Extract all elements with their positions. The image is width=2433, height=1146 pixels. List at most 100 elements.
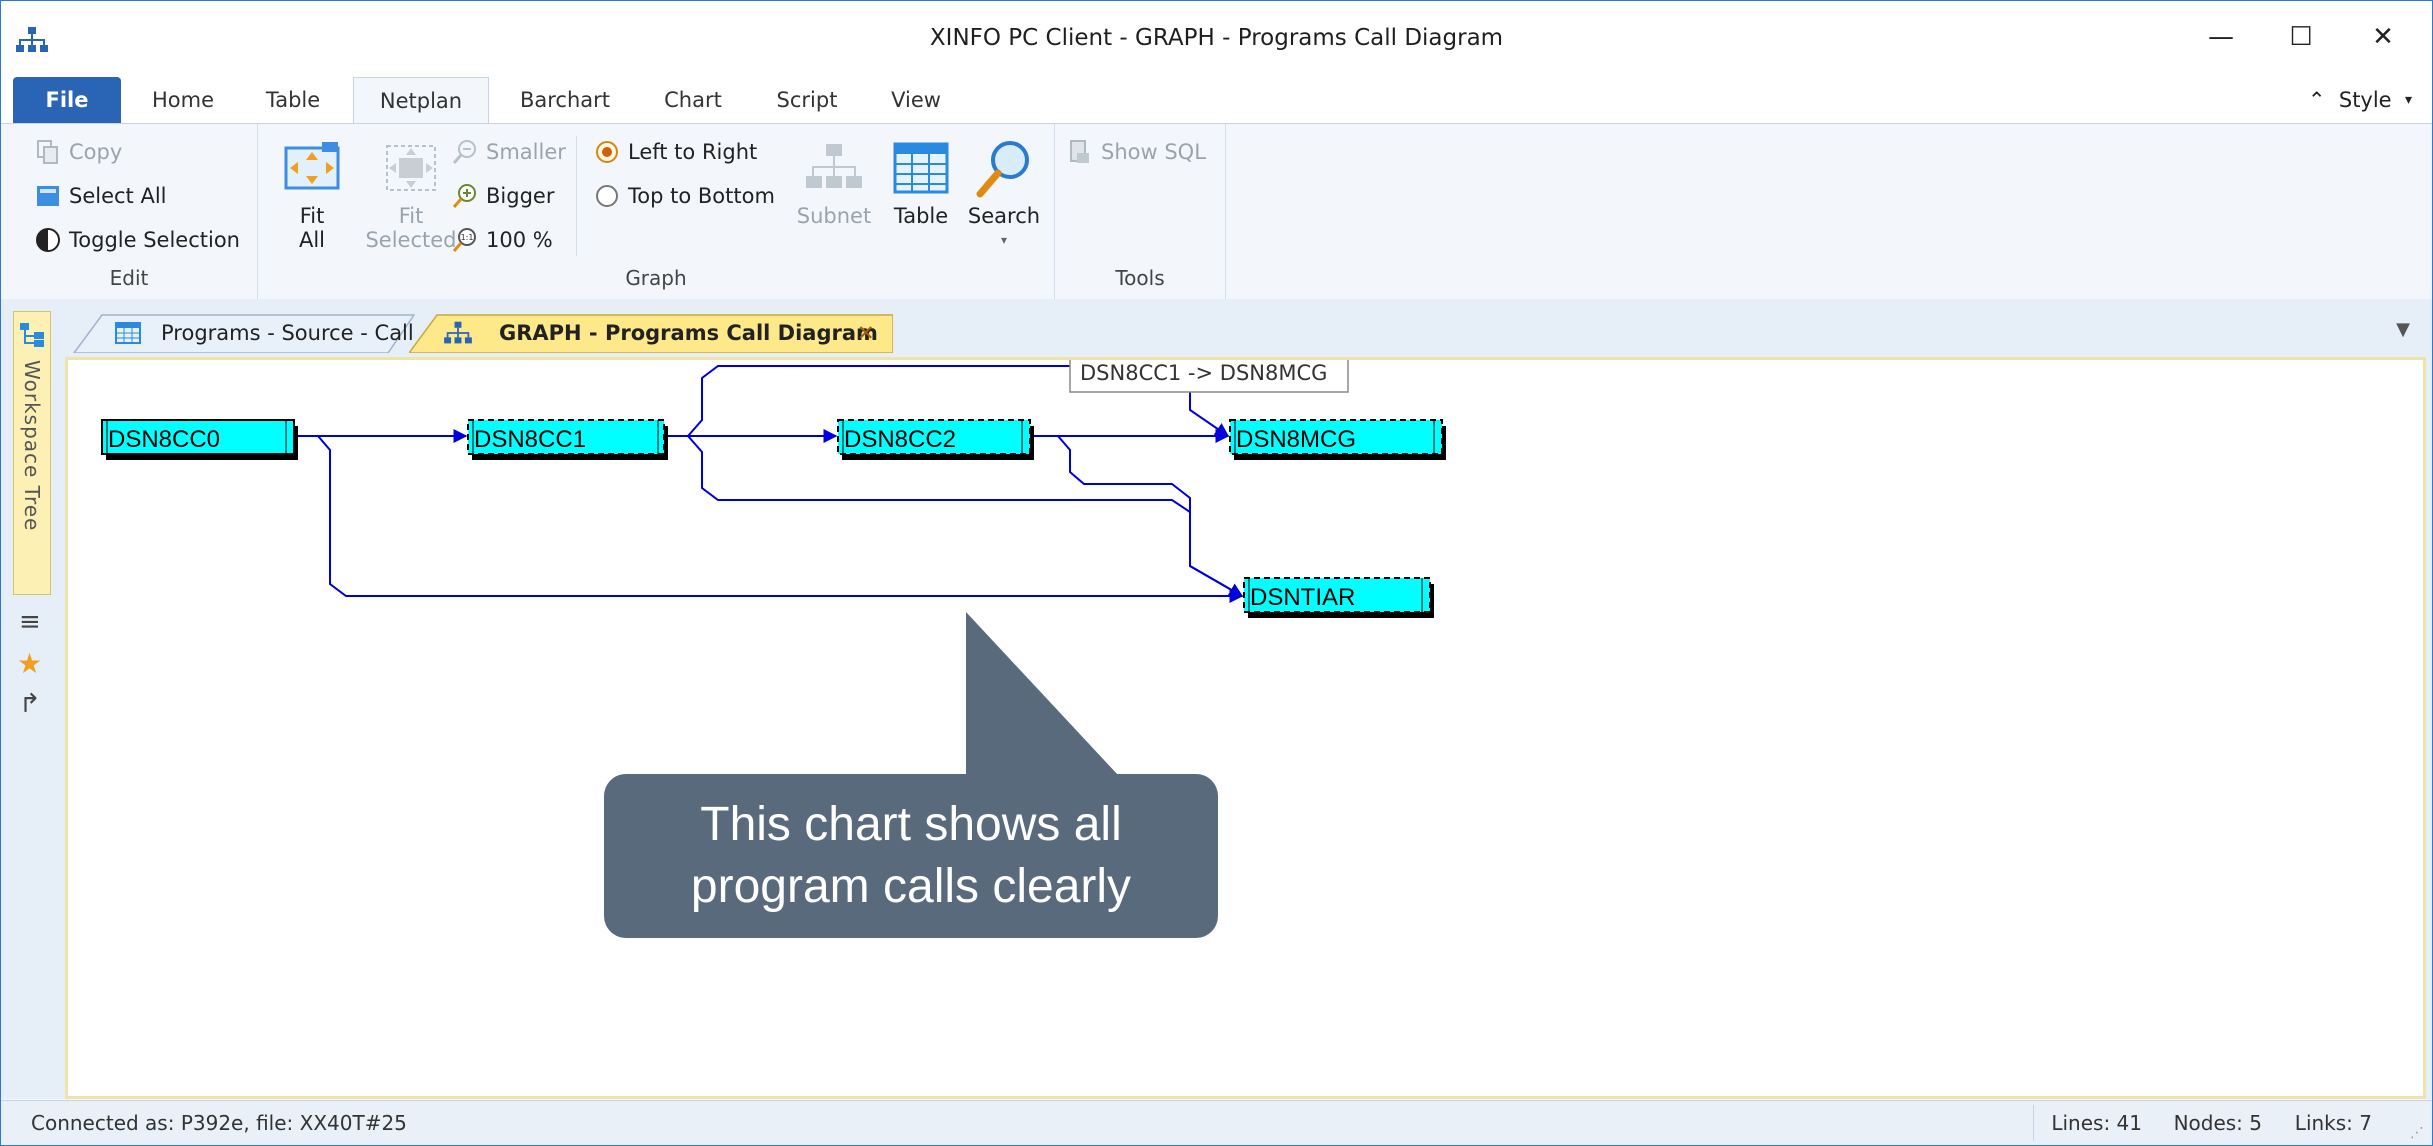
style-menu-button[interactable]: ⌃ Style ▾	[2308, 77, 2412, 123]
graph-canvas[interactable]: DSN8CC0 DSN8CC1 DSN8CC2 DSN8MCG DSNTIAR …	[65, 357, 2426, 1099]
zoom-in-icon	[452, 184, 476, 208]
zoom-100-label: 100 %	[486, 228, 553, 252]
maximize-button[interactable]: ☐	[2266, 15, 2336, 59]
callout: This chart shows all program calls clear…	[604, 612, 1218, 938]
node-dsn8cc1[interactable]: DSN8CC1	[467, 419, 668, 460]
search-icon	[976, 141, 1029, 198]
search-label: Search	[967, 204, 1041, 228]
dropdown-arrow-icon: ▾	[2404, 92, 2412, 108]
node-label: DSN8CC1	[474, 426, 586, 453]
tree-icon	[20, 323, 44, 347]
smaller-button[interactable]: Smaller	[452, 134, 566, 170]
bigger-label: Bigger	[486, 184, 555, 208]
tools-group-label: Tools	[1115, 266, 1165, 290]
edge-cc2-tiar	[1057, 435, 1244, 597]
copy-button[interactable]: Copy	[35, 134, 122, 170]
toggle-selection-button[interactable]: Toggle Selection	[35, 222, 240, 258]
tab-label: GRAPH - Programs Call Diagram	[499, 321, 878, 345]
workspace-tree-tab[interactable]: Workspace Tree	[13, 311, 51, 595]
tab-programs-source-call[interactable]: Programs - Source - Call	[73, 313, 415, 353]
sql-document-icon	[1070, 140, 1089, 163]
top-to-bottom-label: Top to Bottom	[628, 184, 775, 208]
close-button[interactable]: ✕	[2348, 15, 2418, 59]
ribbon: Copy Select All Toggle Selection Edit Fi…	[1, 123, 2432, 301]
callout-line-2: program calls clearly	[691, 860, 1131, 913]
left-to-right-radio[interactable]: Left to Right	[594, 134, 757, 170]
redirect-arrow-icon[interactable]: ↱	[19, 689, 41, 719]
smaller-label: Smaller	[486, 140, 566, 164]
lines-count: Lines: 41	[2051, 1111, 2142, 1135]
graph-hierarchy-icon	[444, 321, 472, 344]
separator	[2033, 1105, 2034, 1141]
links-count: Links: 7	[2294, 1111, 2372, 1135]
show-sql-label: Show SQL	[1101, 140, 1206, 164]
graph-group-label: Graph	[625, 266, 687, 290]
node-dsntiar[interactable]: DSNTIAR	[1243, 577, 1434, 618]
subnet-button[interactable]: Subnet	[794, 138, 874, 228]
close-tab-icon[interactable]: ✕	[857, 313, 875, 353]
node-dsn8mcg[interactable]: DSN8MCG	[1229, 419, 1446, 460]
toggle-selection-label: Toggle Selection	[69, 228, 240, 252]
workspace-tree-label: Workspace Tree	[20, 360, 44, 532]
fit-selected-label-1: Fit	[398, 204, 424, 228]
node-label: DSN8CC2	[844, 426, 956, 453]
edge-cc0-tiar	[317, 435, 1244, 603]
edge-tooltip: DSN8CC1 -> DSN8MCG	[1069, 360, 1349, 393]
table-button[interactable]: Table	[886, 138, 956, 228]
tab-home[interactable]: Home	[137, 77, 229, 123]
table-icon	[115, 322, 141, 344]
node-label: DSN8CC0	[108, 426, 220, 453]
style-label: Style	[2338, 88, 2392, 112]
status-bar: Connected as: P392e, file: XX40T#25 Line…	[1, 1100, 2432, 1145]
minimize-button[interactable]: —	[2186, 15, 2256, 59]
bigger-button[interactable]: Bigger	[452, 178, 554, 214]
tab-list-dropdown-icon[interactable]: ▼	[2396, 319, 2410, 340]
table-icon	[893, 142, 949, 194]
search-button[interactable]: Search ▾	[964, 138, 1044, 252]
tab-chart[interactable]: Chart	[647, 77, 739, 123]
edit-group-label: Edit	[109, 266, 149, 290]
node-dsn8cc2[interactable]: DSN8CC2	[837, 419, 1034, 460]
node-dsn8cc0[interactable]: DSN8CC0	[101, 419, 298, 460]
application-window: XINFO PC Client - GRAPH - Programs Call …	[0, 0, 2433, 1146]
title-bar: XINFO PC Client - GRAPH - Programs Call …	[1, 1, 2432, 77]
nodes-count: Nodes: 5	[2173, 1111, 2262, 1135]
radio-unchecked-icon	[596, 185, 618, 207]
fit-selected-button[interactable]: Fit Selected	[356, 138, 466, 252]
graph-group: Fit All Fit Selected Smaller Bigger 1:1 …	[258, 124, 1055, 300]
left-to-right-label: Left to Right	[628, 140, 758, 164]
callout-line-1: This chart shows all	[700, 798, 1121, 851]
resize-grip-icon[interactable]: ⋰	[2410, 1125, 2424, 1141]
tab-graph-programs-call-diagram[interactable]: GRAPH - Programs Call Diagram ✕	[409, 313, 893, 353]
chevron-up-icon: ⌃	[2307, 88, 2326, 112]
connection-status: Connected as: P392e, file: XX40T#25	[31, 1111, 407, 1135]
tab-file[interactable]: File	[13, 77, 121, 123]
fit-all-icon	[284, 142, 340, 190]
fit-selected-label-2: Selected	[365, 228, 457, 252]
dropdown-arrow-icon: ▾	[1000, 233, 1008, 247]
call-graph: DSN8CC0 DSN8CC1 DSN8CC2 DSN8MCG DSNTIAR …	[101, 360, 1446, 938]
zoom-100-button[interactable]: 1:1 100 %	[452, 222, 553, 258]
fit-all-button[interactable]: Fit All	[274, 138, 350, 252]
zoom-reset-icon: 1:1	[452, 228, 476, 252]
maximize-icon: ☐	[2289, 22, 2313, 52]
star-icon[interactable]: ★	[17, 647, 42, 680]
show-sql-button[interactable]: Show SQL	[1067, 134, 1206, 170]
fit-all-label-1: Fit	[299, 204, 325, 228]
tab-netplan[interactable]: Netplan	[353, 77, 489, 125]
tab-view[interactable]: View	[873, 77, 959, 123]
radio-checked-icon	[596, 141, 618, 163]
select-all-icon	[37, 186, 59, 206]
tab-barchart[interactable]: Barchart	[507, 77, 623, 123]
list-icon[interactable]: ≡	[19, 607, 41, 637]
toggle-selection-icon	[36, 228, 60, 252]
select-all-button[interactable]: Select All	[35, 178, 167, 214]
separator	[576, 136, 577, 256]
tab-script[interactable]: Script	[761, 77, 853, 123]
svg-text:1:1: 1:1	[461, 233, 474, 242]
node-label: DSNTIAR	[1250, 584, 1355, 611]
zoom-out-icon	[452, 140, 476, 164]
fit-selected-icon	[386, 145, 436, 191]
top-to-bottom-radio[interactable]: Top to Bottom	[594, 178, 775, 214]
tab-table[interactable]: Table	[251, 77, 335, 123]
